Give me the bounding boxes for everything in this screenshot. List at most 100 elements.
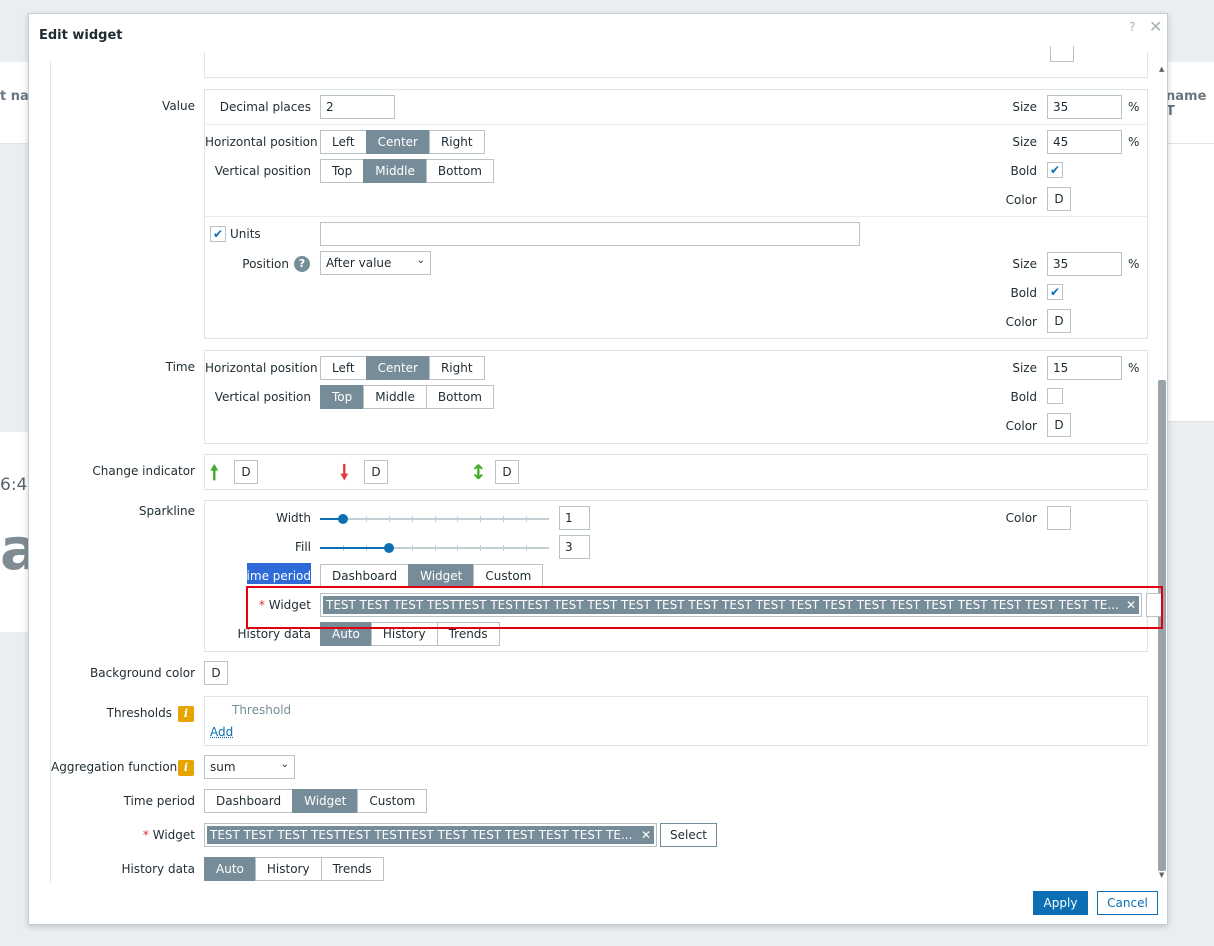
history-data-segmented: Auto History Trends xyxy=(204,857,384,881)
value-vpos-segmented: Top Middle Bottom xyxy=(320,159,494,183)
slider-tick xyxy=(457,516,458,522)
slider-knob[interactable] xyxy=(384,543,394,553)
divider xyxy=(205,124,1147,125)
sparkline-fill-input[interactable] xyxy=(559,535,590,559)
slider-tick xyxy=(480,516,481,522)
sparkline-color-button[interactable] xyxy=(1047,506,1071,530)
slider-knob[interactable] xyxy=(338,514,348,524)
remove-icon[interactable]: ✕ xyxy=(641,826,651,844)
units-size-input[interactable] xyxy=(1047,252,1122,276)
units-position-select[interactable]: After value ⌄ xyxy=(320,251,431,275)
value-size-input[interactable] xyxy=(1047,95,1122,119)
value-hpos-center[interactable]: Center xyxy=(365,130,430,154)
time-bold-checkbox[interactable] xyxy=(1047,388,1063,404)
widget-tag: TEST TEST TEST TESTTEST TESTTEST TEST TE… xyxy=(207,826,654,844)
value-size-label: Size xyxy=(1012,100,1037,114)
slider-tick xyxy=(457,545,458,551)
value-vpos-bottom[interactable]: Bottom xyxy=(425,159,494,183)
value-vpos-top[interactable]: Top xyxy=(320,159,365,183)
time-vpos-label: Vertical position xyxy=(214,390,311,404)
sparkline-time-period-widget[interactable]: Widget xyxy=(408,564,475,588)
sparkline-fill-slider[interactable] xyxy=(320,542,549,554)
time-bold-label: Bold xyxy=(1010,390,1037,404)
info-icon[interactable]: i xyxy=(178,760,194,776)
close-icon[interactable]: ✕ xyxy=(1149,17,1162,36)
units-bold-checkbox[interactable]: ✔ xyxy=(1047,284,1063,300)
background-time: 6:4 xyxy=(0,475,28,495)
down-color-button[interactable]: D xyxy=(364,460,388,484)
value-panel: Decimal places Size % Horizontal positio… xyxy=(204,89,1148,339)
time-color-button[interactable]: D xyxy=(1047,413,1071,437)
widget-tag-text: TEST TEST TEST TESTTEST TESTTEST TEST TE… xyxy=(210,828,633,842)
time-hpos-left[interactable]: Left xyxy=(320,356,367,380)
divider xyxy=(205,216,1147,217)
help-icon[interactable]: ? xyxy=(1129,20,1135,34)
slider-tick xyxy=(389,516,390,522)
dialog-body: Value Decimal places Size % Horizontal p… xyxy=(50,46,1163,882)
sparkline-width-input[interactable] xyxy=(559,506,590,530)
time-vpos-middle[interactable]: Middle xyxy=(363,385,427,409)
sparkline-time-period-dashboard[interactable]: Dashboard xyxy=(320,564,410,588)
units-input[interactable] xyxy=(320,222,860,246)
slider-tick xyxy=(435,516,436,522)
slider-tick xyxy=(412,516,413,522)
chevron-down-icon: ⌄ xyxy=(416,255,425,266)
aggregation-function-value: sum xyxy=(210,760,236,774)
slider-tick xyxy=(503,545,504,551)
time-hpos-center[interactable]: Center xyxy=(365,356,430,380)
help-icon[interactable]: ? xyxy=(294,256,310,272)
thresholds-label: Thresholds xyxy=(106,706,172,720)
check-icon: ✔ xyxy=(212,227,224,241)
value-color-button[interactable]: D xyxy=(1047,187,1071,211)
threshold-add-link[interactable]: Add xyxy=(210,725,233,739)
time-period-custom[interactable]: Custom xyxy=(357,789,428,813)
sparkline-color-label: Color xyxy=(1005,511,1037,525)
decimal-places-input[interactable] xyxy=(320,95,395,119)
apply-button[interactable]: Apply xyxy=(1033,891,1088,915)
percent-label-3: % xyxy=(1128,257,1140,271)
history-data-auto[interactable]: Auto xyxy=(204,857,256,881)
updown-color-button[interactable]: D xyxy=(495,460,519,484)
value-bold-label: Bold xyxy=(1010,164,1037,178)
widget-multiselect[interactable]: TEST TEST TEST TESTTEST TESTTEST TEST TE… xyxy=(204,823,657,847)
sparkline-width-slider[interactable] xyxy=(320,513,549,525)
up-arrow-icon: 🠕 xyxy=(210,460,219,484)
slider-tick xyxy=(526,516,527,522)
units-color-button[interactable]: D xyxy=(1047,309,1071,333)
value-vpos-label: Vertical position xyxy=(214,164,311,178)
value-hpos-right[interactable]: Right xyxy=(428,130,485,154)
history-data-trends[interactable]: Trends xyxy=(320,857,384,881)
dialog-title: Edit widget xyxy=(39,28,123,43)
sparkline-width-label: Width xyxy=(276,511,311,525)
info-icon[interactable]: i xyxy=(178,706,194,722)
units-label: Units xyxy=(230,227,261,241)
time-period-dashboard[interactable]: Dashboard xyxy=(204,789,294,813)
time-vpos-top[interactable]: Top xyxy=(320,385,365,409)
units-color-label: Color xyxy=(1005,315,1037,329)
background-color-button[interactable]: D xyxy=(204,661,228,685)
thresholds-panel: Threshold Add xyxy=(204,696,1148,746)
threshold-column-header: Threshold xyxy=(232,703,292,717)
value-size-input-2[interactable] xyxy=(1047,130,1122,154)
value-vpos-middle[interactable]: Middle xyxy=(363,159,427,183)
clipped-color-button[interactable] xyxy=(1050,46,1074,62)
sparkline-history-label: History data xyxy=(237,627,311,641)
percent-label-2: % xyxy=(1128,135,1140,149)
units-checkbox[interactable]: ✔ xyxy=(210,226,226,242)
cancel-button[interactable]: Cancel xyxy=(1097,891,1158,915)
history-data-history[interactable]: History xyxy=(254,857,322,881)
time-hpos-right[interactable]: Right xyxy=(428,356,485,380)
edit-widget-dialog: Edit widget ? ✕ ▲ ▼ Value Decimal places… xyxy=(28,13,1168,925)
sparkline-fill-label: Fill xyxy=(294,540,311,554)
value-bold-checkbox[interactable]: ✔ xyxy=(1047,162,1063,178)
slider-fill xyxy=(320,547,389,549)
sparkline-time-period-custom[interactable]: Custom xyxy=(473,564,544,588)
time-panel: Horizontal position Left Center Right Si… xyxy=(204,350,1148,444)
time-period-widget[interactable]: Widget xyxy=(292,789,359,813)
time-size-input[interactable] xyxy=(1047,356,1122,380)
widget-select-button[interactable]: Select xyxy=(660,823,717,847)
aggregation-function-select[interactable]: sum ⌄ xyxy=(204,755,295,779)
value-hpos-left[interactable]: Left xyxy=(320,130,367,154)
up-color-button[interactable]: D xyxy=(234,460,258,484)
time-vpos-bottom[interactable]: Bottom xyxy=(425,385,494,409)
